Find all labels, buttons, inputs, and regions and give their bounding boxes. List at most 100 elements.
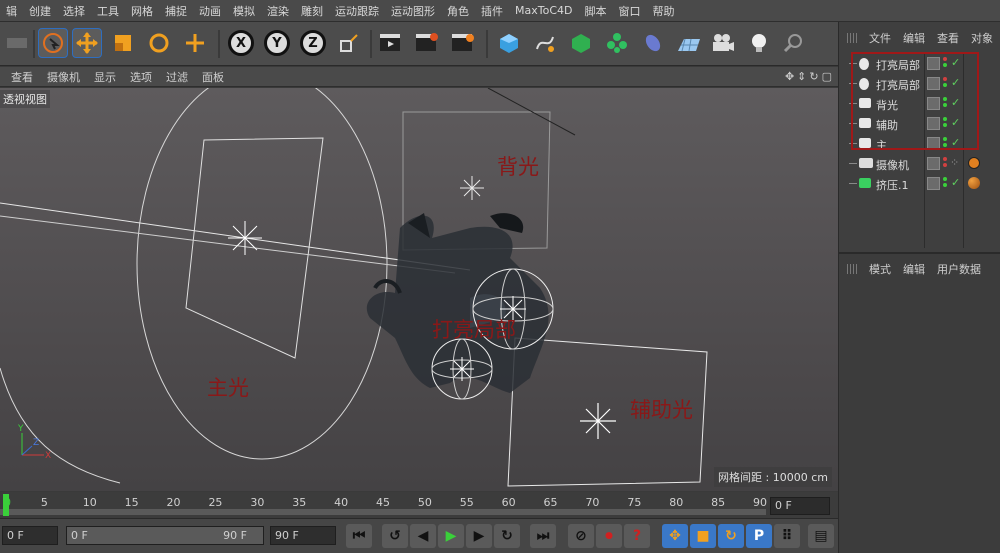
key-scale-icon[interactable]: ■ bbox=[690, 524, 716, 548]
layer-tag-icon[interactable] bbox=[927, 157, 940, 170]
rotate-view-icon[interactable]: ↻ bbox=[809, 70, 818, 83]
menu-item[interactable]: 帮助 bbox=[646, 3, 680, 19]
menu-item[interactable]: MaxToC4D bbox=[509, 4, 578, 17]
light-marker-icon[interactable] bbox=[228, 221, 262, 255]
end-frame-field[interactable]: 90 F bbox=[270, 526, 336, 545]
subdivision-surface-icon[interactable] bbox=[566, 28, 596, 58]
menu-item[interactable]: 插件 bbox=[475, 3, 509, 19]
viewport-menu-item[interactable]: 摄像机 bbox=[40, 69, 87, 85]
layer-tag-icon[interactable] bbox=[927, 177, 940, 190]
light-marker-icon[interactable] bbox=[460, 176, 484, 200]
menu-item[interactable]: 雕刻 bbox=[295, 3, 329, 19]
viewport-menu-item[interactable]: 查看 bbox=[4, 69, 40, 85]
autokey-icon[interactable]: ⏺ bbox=[596, 524, 622, 548]
panel-grip-icon[interactable] bbox=[847, 33, 859, 43]
menu-item[interactable]: 运动跟踪 bbox=[329, 3, 385, 19]
light-marker-icon[interactable] bbox=[580, 403, 616, 439]
menu-item[interactable]: 工具 bbox=[91, 3, 125, 19]
record-disabled-icon[interactable]: ⊘ bbox=[568, 524, 594, 548]
panel-grip-icon[interactable] bbox=[847, 264, 859, 274]
viewport-menu-item[interactable]: 显示 bbox=[87, 69, 123, 85]
prev-key-icon[interactable]: ↺ bbox=[382, 524, 408, 548]
play-icon[interactable]: ▶ bbox=[438, 524, 464, 548]
menu-item[interactable]: 脚本 bbox=[578, 3, 612, 19]
enabled-check-icon[interactable]: ✓ bbox=[951, 176, 960, 189]
maximize-view-icon[interactable]: ▢ bbox=[822, 70, 832, 83]
timeline[interactable]: 051015202530354045505560657075808590 0 F bbox=[0, 492, 838, 518]
spline-pen-icon[interactable] bbox=[530, 28, 560, 58]
object-name[interactable]: 挤压.1 bbox=[876, 177, 909, 193]
sculpt-icon[interactable] bbox=[778, 28, 808, 58]
z-axis-lock-icon[interactable]: Z bbox=[298, 28, 328, 58]
menu-item[interactable]: 窗口 bbox=[612, 3, 646, 19]
rotate-icon[interactable] bbox=[144, 28, 174, 58]
viewport-3d[interactable]: Y Z X 透视视图 背光 打亮局部 主光 辅助光 网格间距 : 10000 c… bbox=[0, 88, 838, 491]
floor-icon[interactable] bbox=[674, 28, 704, 58]
attribute-menu-item[interactable]: 编辑 bbox=[897, 261, 931, 277]
deformer-icon[interactable] bbox=[638, 28, 668, 58]
keyframe-help-icon[interactable]: ? bbox=[624, 524, 650, 548]
object-name[interactable]: 摄像机 bbox=[876, 157, 909, 173]
undo-icon[interactable] bbox=[2, 28, 32, 58]
scale-icon[interactable] bbox=[108, 28, 138, 58]
protection-tag-icon[interactable] bbox=[968, 157, 980, 169]
start-frame-field[interactable]: 0 F bbox=[2, 526, 58, 545]
pan-icon[interactable]: ✥ bbox=[785, 70, 794, 83]
coordinate-system-icon[interactable] bbox=[334, 28, 364, 58]
menu-item[interactable]: 动画 bbox=[193, 3, 227, 19]
menu-item[interactable]: 网格 bbox=[125, 3, 159, 19]
dolly-icon[interactable]: ⇕ bbox=[797, 70, 806, 83]
render-picture-viewer-icon[interactable] bbox=[412, 28, 442, 58]
menu-item[interactable]: 选择 bbox=[57, 3, 91, 19]
x-axis-lock-icon[interactable]: X bbox=[226, 28, 256, 58]
cube-icon[interactable] bbox=[494, 28, 524, 58]
film-icon[interactable]: ▤ bbox=[808, 524, 834, 548]
object-menu-item[interactable]: 对象 bbox=[965, 30, 999, 46]
key-position-icon[interactable]: ✥ bbox=[662, 524, 688, 548]
enabled-state-icon[interactable]: ⁘ bbox=[950, 156, 959, 169]
cloner-icon[interactable] bbox=[602, 28, 632, 58]
key-grid-icon[interactable]: ⠿ bbox=[774, 524, 800, 548]
viewport-menu-item[interactable]: 面板 bbox=[195, 69, 231, 85]
menu-item[interactable]: 捕捉 bbox=[159, 3, 193, 19]
light-icon[interactable] bbox=[744, 28, 774, 58]
goto-end-icon[interactable]: ⏭ bbox=[530, 524, 556, 548]
object-menu-item[interactable]: 查看 bbox=[931, 30, 965, 46]
attribute-menu-item[interactable]: 用户数据 bbox=[931, 261, 987, 277]
material-tag-icon[interactable] bbox=[968, 177, 980, 189]
next-frame-icon[interactable]: ▶ bbox=[466, 524, 492, 548]
menu-item[interactable]: 辑 bbox=[0, 3, 23, 19]
object-menu-item[interactable]: 编辑 bbox=[897, 30, 931, 46]
prev-frame-icon[interactable]: ◀ bbox=[410, 524, 436, 548]
menu-item[interactable]: 渲染 bbox=[261, 3, 295, 19]
viewport-menu-item[interactable]: 选项 bbox=[123, 69, 159, 85]
render-settings-icon[interactable] bbox=[448, 28, 478, 58]
menu-item[interactable]: 运动图形 bbox=[385, 3, 441, 19]
timeline-track[interactable] bbox=[0, 509, 766, 515]
transform-icon[interactable] bbox=[180, 28, 210, 58]
object-row[interactable]: 挤压.1 ✓ bbox=[839, 174, 1000, 194]
current-frame-field[interactable]: 0 F bbox=[770, 497, 830, 515]
scene-canvas[interactable]: Y Z X bbox=[0, 88, 838, 491]
goto-start-icon[interactable]: ⏮ bbox=[346, 524, 372, 548]
visibility-dots-icon[interactable] bbox=[943, 177, 948, 190]
move-icon[interactable] bbox=[72, 28, 102, 58]
camera-icon[interactable] bbox=[708, 28, 738, 58]
playhead[interactable] bbox=[3, 494, 9, 516]
viewport-menu-item[interactable]: 过滤 bbox=[159, 69, 195, 85]
next-key-icon[interactable]: ↻ bbox=[494, 524, 520, 548]
key-rotation-icon[interactable]: ↻ bbox=[718, 524, 744, 548]
menu-item[interactable]: 创建 bbox=[23, 3, 57, 19]
key-param-icon[interactable]: P bbox=[746, 524, 772, 548]
y-axis-lock-icon[interactable]: Y bbox=[262, 28, 292, 58]
frame-range-slider[interactable]: 0 F 90 F bbox=[66, 526, 264, 545]
live-select-icon[interactable] bbox=[38, 28, 68, 58]
attribute-menu-item[interactable]: 模式 bbox=[863, 261, 897, 277]
object-menu-item[interactable]: 文件 bbox=[863, 30, 897, 46]
render-view-icon[interactable] bbox=[376, 28, 406, 58]
visibility-dots-icon[interactable] bbox=[943, 157, 948, 170]
extruded-character[interactable] bbox=[366, 213, 549, 393]
menu-item[interactable]: 角色 bbox=[441, 3, 475, 19]
menu-item[interactable]: 模拟 bbox=[227, 3, 261, 19]
object-row[interactable]: 摄像机 ⁘ bbox=[839, 154, 1000, 174]
